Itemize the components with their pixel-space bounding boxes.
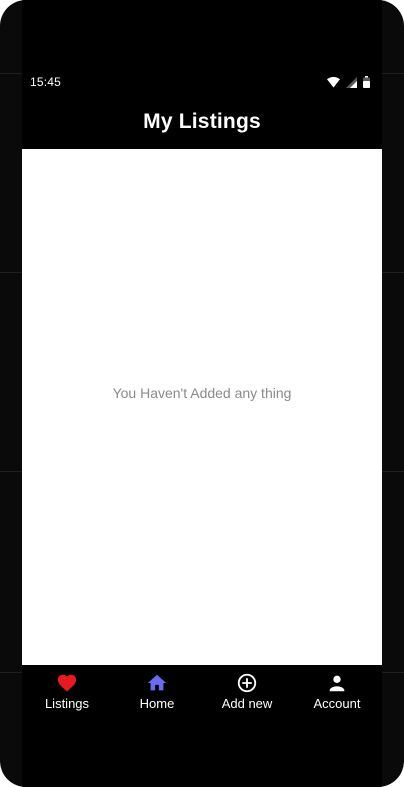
add-circle-icon [237, 673, 257, 693]
status-time: 15:45 [30, 75, 62, 89]
empty-state-message: You Haven't Added any thing [112, 385, 292, 401]
bezel-divider [0, 272, 22, 273]
home-icon [147, 674, 167, 691]
bezel-divider [382, 272, 404, 273]
bezel-divider [382, 471, 404, 472]
app-screen: 15:45 My Listings You Haven't Added any … [22, 0, 382, 787]
bezel-divider [0, 471, 22, 472]
heart-icon [57, 674, 77, 692]
bezel-divider [0, 73, 22, 74]
bezel-divider [382, 73, 404, 74]
nav-item-account[interactable]: Account [292, 665, 382, 717]
nav-label-add-new: Add new [221, 696, 273, 711]
bottom-navigation: Listings Home Add new Account [22, 665, 382, 717]
nav-label-home: Home [139, 696, 175, 711]
nav-item-home[interactable]: Home [112, 665, 202, 717]
status-icons [327, 76, 370, 88]
device-frame: 15:45 My Listings You Haven't Added any … [0, 0, 404, 787]
nav-label-listings: Listings [44, 696, 90, 711]
wifi-icon [327, 76, 340, 87]
bezel-divider [382, 672, 404, 673]
listings-content: You Haven't Added any thing [22, 149, 382, 665]
app-bar: My Listings [22, 94, 382, 149]
signal-icon [346, 76, 357, 88]
person-icon [329, 675, 345, 692]
nav-label-account: Account [313, 696, 361, 711]
nav-item-add-new[interactable]: Add new [202, 665, 292, 717]
battery-icon [363, 76, 370, 88]
bezel-divider [0, 672, 22, 673]
status-bar: 15:45 [22, 72, 382, 94]
nav-item-listings[interactable]: Listings [22, 665, 112, 717]
page-title: My Listings [143, 109, 261, 133]
